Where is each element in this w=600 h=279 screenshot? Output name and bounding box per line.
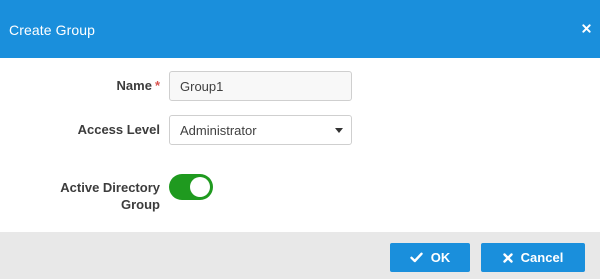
close-icon [581, 23, 591, 33]
cancel-button[interactable]: Cancel [481, 243, 585, 272]
ok-button[interactable]: OK [390, 243, 470, 272]
dialog-title: Create Group [9, 22, 96, 38]
dialog-header: Create Group [0, 0, 600, 58]
create-group-dialog: Create Group Name* Access Level Administ… [0, 0, 600, 279]
ok-button-label: OK [430, 250, 451, 265]
active-directory-label-line2: Group [121, 197, 160, 212]
active-directory-toggle[interactable] [169, 174, 213, 200]
access-level-select[interactable]: Administrator [169, 115, 352, 145]
active-directory-label-line1: Active Directory [60, 180, 160, 195]
check-icon [410, 252, 423, 263]
active-directory-group-label: Active Directory Group [60, 179, 160, 213]
access-level-value: Administrator [180, 123, 257, 138]
name-label-text: Name [116, 78, 152, 93]
access-level-label: Access Level [77, 122, 160, 137]
toggle-knob [190, 177, 210, 197]
dialog-footer: OK Cancel [0, 232, 600, 279]
close-icon [502, 252, 513, 263]
close-button[interactable] [579, 21, 593, 35]
name-label: Name * [117, 78, 160, 93]
cancel-button-label: Cancel [520, 250, 564, 265]
dialog-body: Name* Access Level Administrator Active … [0, 58, 600, 232]
required-marker: * [154, 78, 160, 93]
name-input[interactable] [169, 71, 352, 101]
caret-down-icon [335, 128, 343, 133]
